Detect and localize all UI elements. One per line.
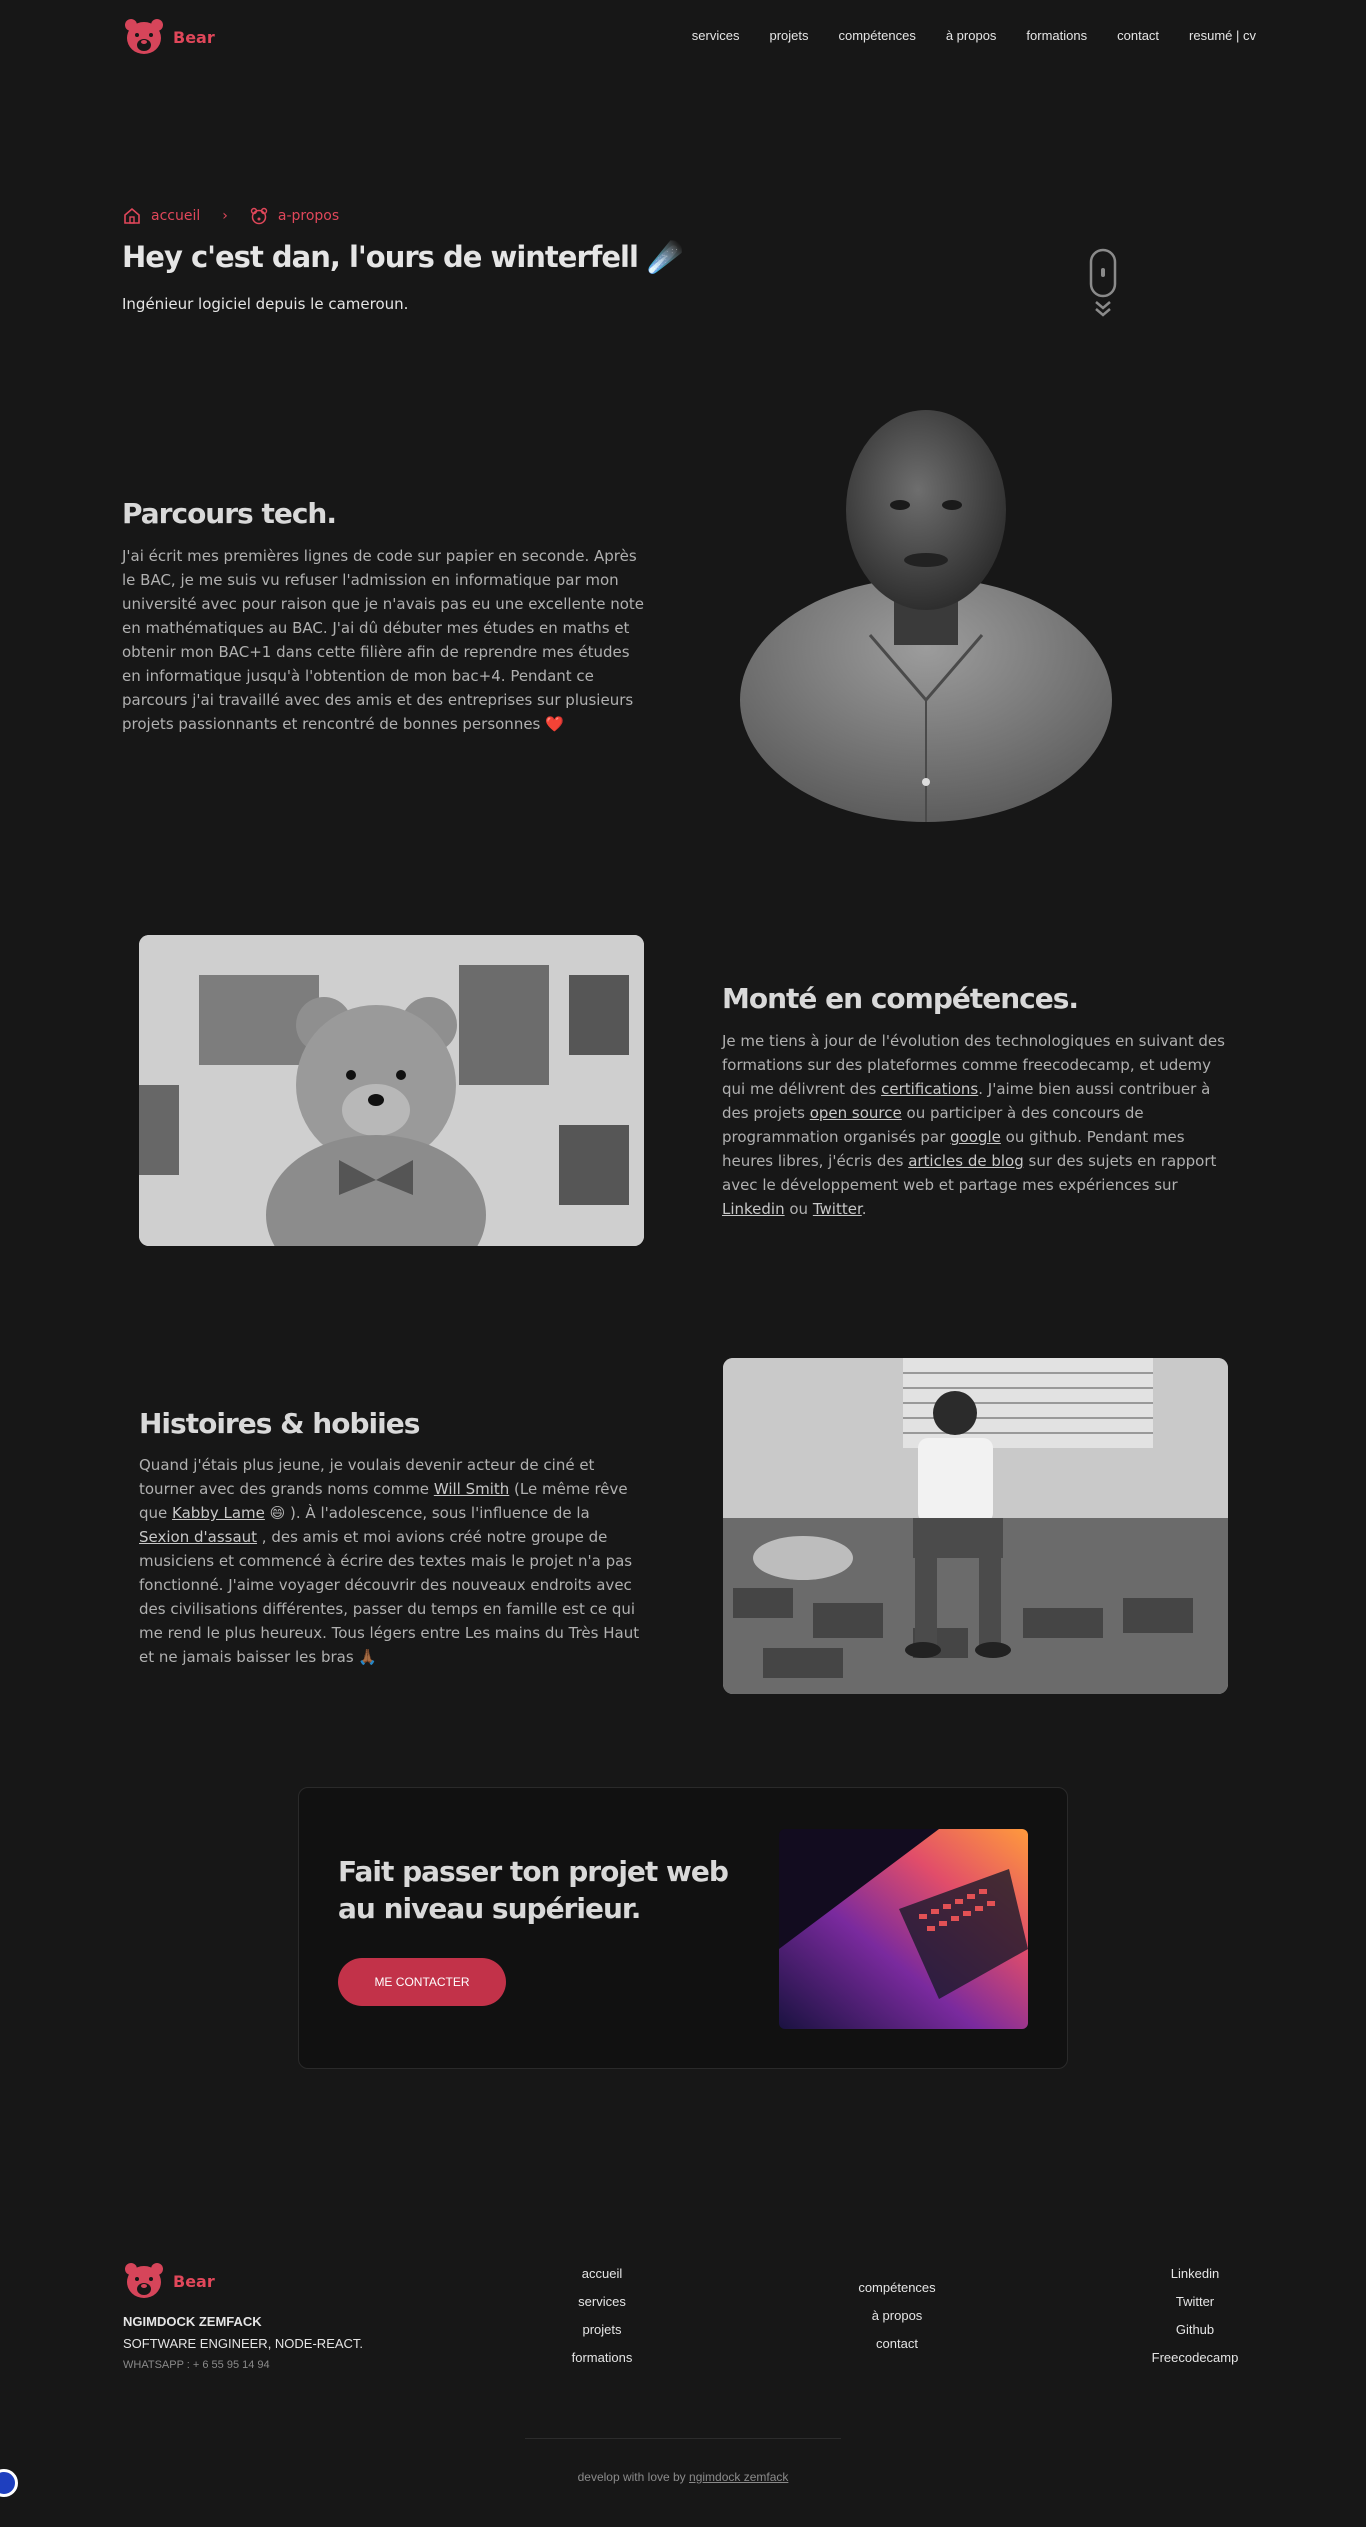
footer-link-linkedin[interactable]: Linkedin — [1135, 2260, 1255, 2288]
link-open-source[interactable]: open source — [810, 1104, 902, 1122]
link-will-smith[interactable]: Will Smith — [434, 1480, 509, 1498]
nav-formations[interactable]: formations — [1026, 28, 1087, 43]
link-articles-de-blog[interactable]: articles de blog — [908, 1152, 1024, 1170]
footer-link-competences[interactable]: compétences — [837, 2274, 957, 2302]
footer-link-formations[interactable]: formations — [542, 2344, 662, 2372]
mouse-scroll-icon — [1089, 248, 1117, 317]
footer-link-freecodecamp[interactable]: Freecodecamp — [1135, 2344, 1255, 2372]
link-kabby-lame[interactable]: Kabby Lame — [172, 1504, 265, 1522]
section-parcours-text: J'ai écrit mes premières lignes de code … — [122, 547, 644, 733]
footer-link-accueil[interactable]: accueil — [542, 2260, 662, 2288]
footer-link-services[interactable]: services — [542, 2288, 662, 2316]
logo-text: Bear — [173, 27, 215, 47]
section-competences-title: Monté en compétences. — [722, 982, 1079, 1015]
nav-services[interactable]: services — [692, 28, 740, 43]
scroll-down-indicator[interactable] — [1088, 248, 1118, 325]
link-sexion-dassaut[interactable]: Sexion d'assaut — [139, 1528, 257, 1546]
bear-logo-icon — [125, 19, 163, 54]
breadcrumb-home[interactable]: accueil — [151, 208, 200, 224]
laptop-image — [779, 1829, 1028, 2029]
footer-link-projets[interactable]: projets — [542, 2316, 662, 2344]
home-icon — [124, 207, 140, 224]
nav-resume-cv[interactable]: resumé | cv — [1189, 28, 1256, 43]
link-google[interactable]: google — [950, 1128, 1001, 1146]
footer-name: NGIMDOCK ZEMFACK — [123, 2314, 262, 2329]
footer-credit: develop with love by ngimdock zemfack — [0, 2470, 1366, 2484]
teddy-bear-image — [139, 935, 644, 1246]
footer-link-contact[interactable]: contact — [837, 2330, 957, 2358]
section-parcours-title: Parcours tech. — [122, 497, 337, 530]
bear-face-icon — [250, 207, 268, 225]
footer-divider — [525, 2438, 841, 2439]
link-certifications[interactable]: certifications — [881, 1080, 978, 1098]
portrait-photo — [740, 410, 1112, 822]
contact-button[interactable]: ME CONTACTER — [338, 1958, 506, 2006]
breadcrumb-separator: › — [222, 208, 228, 224]
nav-contact[interactable]: contact — [1117, 28, 1159, 43]
laptop-photo — [779, 1829, 1028, 2029]
link-twitter[interactable]: Twitter — [813, 1200, 862, 1218]
header-logo[interactable]: Bear — [123, 18, 215, 56]
footer-credit-text: develop with love by — [577, 2470, 690, 2484]
section-competences-text: Je me tiens à jour de l'évolution des te… — [722, 1032, 1225, 1218]
bear-logo-icon — [125, 2263, 163, 2298]
breadcrumb-current: a-propos — [277, 208, 340, 224]
footer-logo[interactable]: Bear — [123, 2262, 215, 2300]
footer-link-a-propos[interactable]: à propos — [837, 2302, 957, 2330]
footer-whatsapp: WHATSAPP : + 6 55 95 14 94 — [123, 2359, 270, 2371]
section-hobbies-text: Quand j'étais plus jeune, je voulais dev… — [139, 1456, 640, 1666]
nav-a-propos[interactable]: à propos — [946, 28, 997, 43]
main-nav: services projets compétences à propos fo… — [692, 28, 1256, 43]
footer-nav-col-1: accueil services projets formations — [542, 2260, 662, 2372]
link-linkedin[interactable]: Linkedin — [722, 1200, 785, 1218]
footer-role: SOFTWARE ENGINEER, NODE-REACT. — [123, 2336, 364, 2351]
sitting-photo — [723, 1358, 1228, 1694]
page-title: Hey c'est dan, l'ours de winterfell ☄️ — [122, 240, 683, 274]
footer-link-github[interactable]: Github — [1135, 2316, 1255, 2344]
page-subtitle: Ingénieur logiciel depuis le cameroun. — [122, 295, 409, 313]
footer-logo-text: Bear — [173, 2271, 215, 2291]
footer-link-twitter[interactable]: Twitter — [1135, 2288, 1255, 2316]
profile-portrait — [740, 410, 1112, 822]
teddy-bear-photo — [139, 935, 644, 1246]
nav-competences[interactable]: compétences — [839, 28, 916, 43]
sitting-man-image — [723, 1358, 1228, 1694]
breadcrumb: accueil › a-propos — [123, 207, 339, 225]
nav-projets[interactable]: projets — [769, 28, 808, 43]
footer-nav-col-2: compétences à propos contact — [837, 2274, 957, 2358]
footer-credit-link[interactable]: ngimdock zemfack — [689, 2470, 788, 2484]
section-hobbies-title: Histoires & hobiies — [139, 1407, 420, 1440]
footer-social-col: Linkedin Twitter Github Freecodecamp — [1135, 2260, 1255, 2372]
cta-title: Fait passer ton projet web au niveau sup… — [338, 1855, 729, 1925]
